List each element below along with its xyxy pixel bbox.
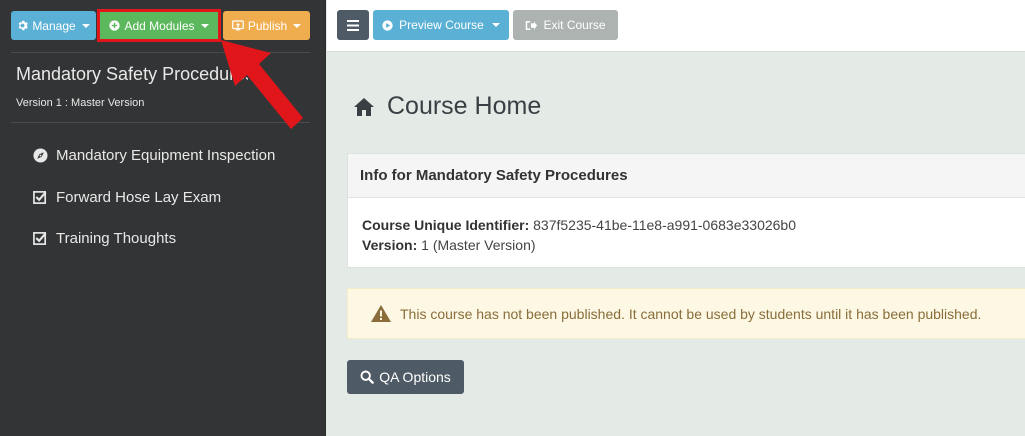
preview-course-label: Preview Course — [399, 18, 484, 32]
module-label: Mandatory Equipment Inspection — [56, 146, 276, 164]
manage-button-label: Manage — [32, 18, 76, 33]
caret-down-icon — [491, 23, 500, 27]
exit-course-button[interactable]: Exit Course — [513, 10, 618, 40]
qa-options-button[interactable]: QA Options — [347, 360, 464, 394]
home-icon — [354, 97, 374, 116]
course-version: Version 1 : Master Version — [16, 97, 145, 109]
module-item-hose-lay-exam[interactable]: Forward Hose Lay Exam — [33, 186, 221, 208]
play-circle-icon — [382, 19, 393, 31]
version-row: Version: 1 (Master Version) — [362, 235, 1025, 255]
preview-course-button[interactable]: Preview Course — [373, 10, 509, 40]
module-label: Forward Hose Lay Exam — [56, 188, 222, 206]
manage-button[interactable]: Manage — [11, 11, 96, 40]
sign-out-icon — [526, 20, 538, 30]
module-item-equipment-inspection[interactable]: Mandatory Equipment Inspection — [33, 144, 275, 166]
unpublished-alert: This course has not been published. It c… — [347, 288, 1025, 339]
exit-course-label: Exit Course — [543, 18, 606, 32]
search-icon — [360, 370, 375, 384]
menu-toggle-button[interactable] — [337, 10, 369, 40]
publish-button-label: Publish — [247, 18, 288, 33]
publish-button[interactable]: Publish — [223, 11, 310, 40]
checkbox-icon — [33, 231, 47, 245]
module-item-training-thoughts[interactable]: Training Thoughts — [33, 227, 176, 249]
publish-icon — [231, 20, 244, 31]
panel-heading: Info for Mandatory Safety Procedures — [348, 154, 1025, 198]
version-label: Version: — [362, 237, 418, 253]
identifier-label: Course Unique Identifier: — [362, 217, 530, 233]
red-arrow-annotation — [221, 40, 303, 129]
checkbox-icon — [33, 190, 47, 204]
panel-body: Course Unique Identifier: 837f5235-41be-… — [348, 198, 1025, 255]
module-label: Training Thoughts — [56, 229, 177, 247]
version-value: 1 (Master Version) — [421, 237, 536, 253]
caret-down-icon — [293, 23, 302, 28]
warning-icon — [371, 305, 391, 322]
top-toolbar: Preview Course Exit Course — [327, 0, 1025, 52]
page-title-text: Course Home — [387, 92, 542, 120]
compass-icon — [33, 147, 48, 163]
identifier-value: 837f5235-41be-11e8-a991-0683e33026b0 — [533, 217, 796, 233]
highlight-box — [97, 9, 221, 42]
gear-icon — [18, 20, 29, 31]
course-title: Mandatory Safety Procedures — [16, 64, 248, 84]
alert-text: This course has not been published. It c… — [400, 305, 982, 322]
identifier-row: Course Unique Identifier: 837f5235-41be-… — [362, 215, 1025, 235]
caret-down-icon — [81, 23, 90, 28]
page-title: Course Home — [353, 92, 541, 121]
hamburger-icon — [347, 19, 359, 31]
course-info-panel: Info for Mandatory Safety Procedures Cou… — [347, 153, 1025, 268]
qa-options-label: QA Options — [379, 369, 451, 385]
